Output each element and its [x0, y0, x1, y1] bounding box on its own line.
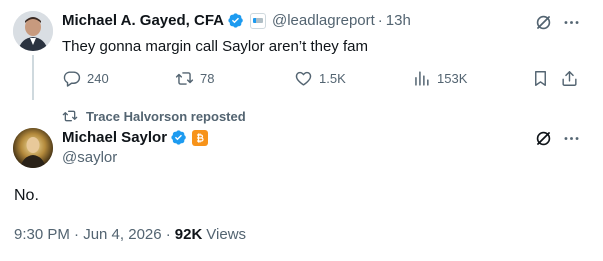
bookmark-button[interactable] — [531, 69, 556, 88]
views-label: Views — [206, 226, 247, 243]
quoted-tweet-header: Michael A. Gayed, CFA @leadlagreport · 1… — [62, 12, 411, 29]
author-name[interactable]: Michael Saylor — [62, 129, 167, 146]
views-icon — [415, 71, 429, 86]
more-icon[interactable] — [562, 13, 581, 32]
author-handle[interactable]: @saylor — [62, 149, 117, 166]
main-tweet-handle-row: @saylor — [62, 149, 117, 166]
more-icon[interactable] — [562, 129, 581, 148]
avatar-saylor-image — [13, 128, 53, 168]
verified-icon — [171, 130, 186, 145]
avatar-saylor[interactable] — [13, 128, 53, 168]
repost-icon — [62, 110, 78, 122]
reply-count: 240 — [87, 71, 109, 86]
like-button[interactable]: 1.5K — [294, 69, 346, 88]
tweet-timestamp[interactable]: 9:30 PM · Jun 4, 2026 · — [14, 226, 171, 243]
repost-button[interactable]: 78 — [175, 69, 214, 88]
tweet-time[interactable]: 13h — [386, 12, 411, 29]
repost-attribution[interactable]: Trace Halvorson reposted — [62, 108, 246, 124]
bitcoin-badge-icon[interactable] — [192, 129, 209, 146]
share-button[interactable] — [560, 69, 585, 88]
quoted-tweet-text: They gonna margin call Saylor aren’t the… — [62, 38, 368, 55]
repost-icon — [175, 72, 194, 85]
main-tweet-top-actions — [534, 129, 581, 148]
main-tweet-text: No. — [14, 187, 39, 204]
views-count: 92K — [174, 226, 203, 243]
author-handle[interactable]: @leadlagreport — [272, 12, 375, 29]
views-count: 153K — [437, 71, 468, 86]
bookmark-icon — [535, 71, 546, 86]
verified-icon — [228, 13, 243, 28]
quoted-tweet-actions: 240 78 1.5K 153K — [62, 69, 587, 89]
repost-count: 78 — [200, 71, 215, 86]
grok-icon[interactable] — [534, 129, 553, 148]
affiliate-badge-icon[interactable] — [250, 12, 266, 29]
share-icon — [562, 71, 577, 86]
separator-dot: · — [377, 12, 383, 29]
repost-label-text: Trace Halvorson reposted — [86, 108, 246, 124]
main-tweet-header: Michael Saylor — [62, 129, 209, 146]
grok-icon[interactable] — [534, 13, 553, 32]
author-name[interactable]: Michael A. Gayed, CFA — [62, 12, 224, 29]
views-button[interactable]: 153K — [412, 69, 467, 88]
avatar-gayed[interactable] — [13, 11, 53, 51]
avatar-gayed-image — [13, 11, 53, 51]
quoted-tweet-top-actions — [534, 13, 581, 32]
main-tweet-meta: 9:30 PM · Jun 4, 2026 · 92K Views — [14, 226, 246, 243]
reply-button[interactable]: 240 — [62, 69, 109, 88]
like-icon — [295, 71, 312, 86]
like-count: 1.5K — [319, 71, 346, 86]
thread-connector-line — [32, 55, 34, 100]
reply-icon — [63, 71, 81, 87]
